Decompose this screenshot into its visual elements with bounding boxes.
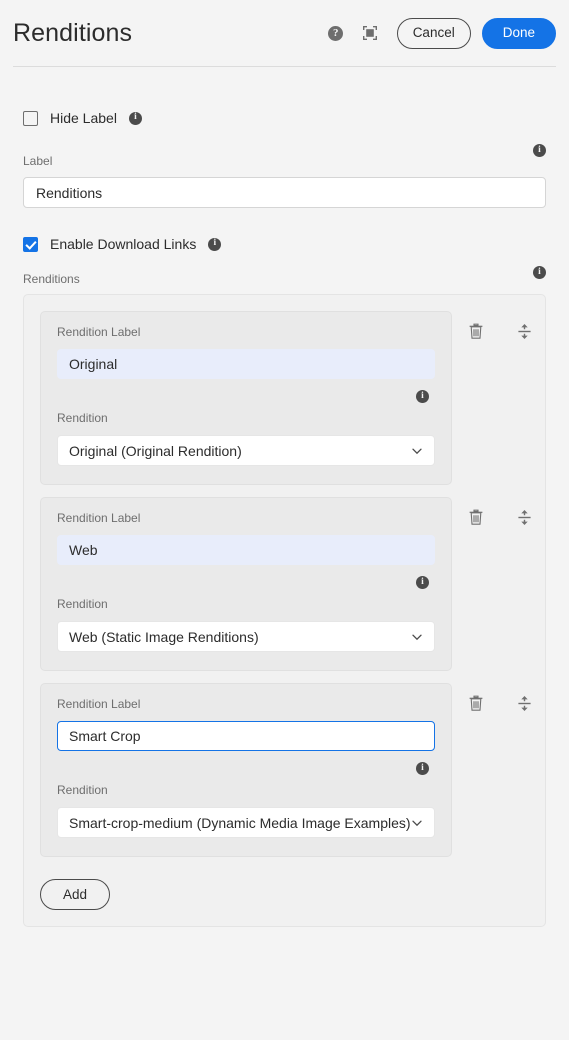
info-icon[interactable]: i: [416, 762, 429, 775]
rendition-select-value: Original (Original Rendition): [69, 442, 242, 459]
trash-icon: [469, 695, 483, 711]
rendition-label-field-label: Rendition Label: [57, 697, 141, 711]
rendition-select-label: Rendition: [57, 411, 108, 425]
hide-label-text: Hide Label: [50, 110, 117, 126]
trash-icon: [469, 323, 483, 339]
rendition-select-block: i Rendition Original (Original Rendition…: [57, 390, 435, 466]
renditions-section: i Renditions: [23, 266, 546, 286]
label-input[interactable]: [23, 177, 546, 208]
rendition-card: Rendition Label i Rendition Smart-crop-m…: [40, 683, 531, 857]
hide-label-checkbox[interactable]: [23, 110, 38, 126]
info-icon[interactable]: i: [208, 237, 222, 251]
delete-rendition-button[interactable]: [465, 506, 487, 528]
hide-label-row: Hide Label i: [23, 108, 546, 128]
chevron-down-icon: [412, 448, 422, 454]
enable-download-links-row: Enable Download Links i: [23, 234, 546, 254]
enable-download-links-text: Enable Download Links: [50, 236, 197, 252]
rendition-select[interactable]: Web (Static Image Renditions): [57, 621, 435, 652]
rendition-label-input[interactable]: [57, 535, 435, 565]
rendition-select-block: i Rendition Smart-crop-medium (Dynamic M…: [57, 762, 435, 838]
help-icon: ?: [328, 25, 344, 41]
rendition-card: Rendition Label i Rendition Web (Static …: [40, 497, 531, 671]
rendition-label-field-label: Rendition Label: [57, 325, 141, 339]
page-title: Renditions: [13, 18, 133, 47]
trash-icon: [469, 509, 483, 525]
label-field-label: Label: [23, 154, 53, 168]
info-icon[interactable]: i: [416, 576, 429, 589]
rendition-select[interactable]: Original (Original Rendition): [57, 435, 435, 466]
header-actions: ? Cancel Done: [319, 16, 556, 50]
rendition-select-label: Rendition: [57, 783, 108, 797]
card-tools: [465, 506, 535, 528]
chevron-down-icon: [412, 820, 422, 826]
cancel-button[interactable]: Cancel: [396, 17, 471, 49]
chevron-down-icon: [412, 634, 422, 640]
enable-download-links-checkbox[interactable]: [23, 236, 38, 252]
rendition-select-value: Web (Static Image Renditions): [69, 628, 259, 645]
info-icon[interactable]: i: [128, 111, 142, 125]
delete-rendition-button[interactable]: [465, 320, 487, 342]
rendition-label-input[interactable]: [57, 721, 435, 751]
renditions-panel: Rendition Label i Rendition Original (Or…: [23, 294, 546, 927]
fullscreen-button[interactable]: [353, 16, 387, 50]
rendition-select-value: Smart-crop-medium (Dynamic Media Image E…: [69, 814, 411, 831]
renditions-section-label: Renditions: [23, 272, 80, 286]
rendition-label-input[interactable]: [57, 349, 435, 379]
rendition-label-field-label: Rendition Label: [57, 511, 141, 525]
dialog-header: Renditions ? Cancel Done: [0, 0, 569, 66]
reorder-handle-icon: [517, 695, 531, 711]
card-tools: [465, 320, 535, 342]
reorder-rendition-button[interactable]: [513, 320, 535, 342]
reorder-rendition-button[interactable]: [513, 506, 535, 528]
rendition-select-label: Rendition: [57, 597, 108, 611]
label-field-block: i Label: [23, 144, 546, 208]
help-button[interactable]: ?: [319, 16, 353, 50]
rendition-card: Rendition Label i Rendition Original (Or…: [40, 311, 531, 485]
info-icon[interactable]: i: [416, 390, 429, 403]
reorder-rendition-button[interactable]: [513, 692, 535, 714]
card-tools: [465, 692, 535, 714]
fullscreen-icon: [362, 26, 377, 40]
reorder-handle-icon: [517, 323, 531, 339]
dialog-body: Hide Label i i Label Enable Download Lin…: [0, 67, 569, 927]
done-button[interactable]: Done: [481, 17, 556, 49]
add-rendition-button[interactable]: Add: [40, 879, 111, 910]
rendition-select-block: i Rendition Web (Static Image Renditions…: [57, 576, 435, 652]
info-icon[interactable]: i: [533, 144, 546, 157]
delete-rendition-button[interactable]: [465, 692, 487, 714]
rendition-select[interactable]: Smart-crop-medium (Dynamic Media Image E…: [57, 807, 435, 838]
info-icon[interactable]: i: [533, 266, 546, 279]
reorder-handle-icon: [517, 509, 531, 525]
